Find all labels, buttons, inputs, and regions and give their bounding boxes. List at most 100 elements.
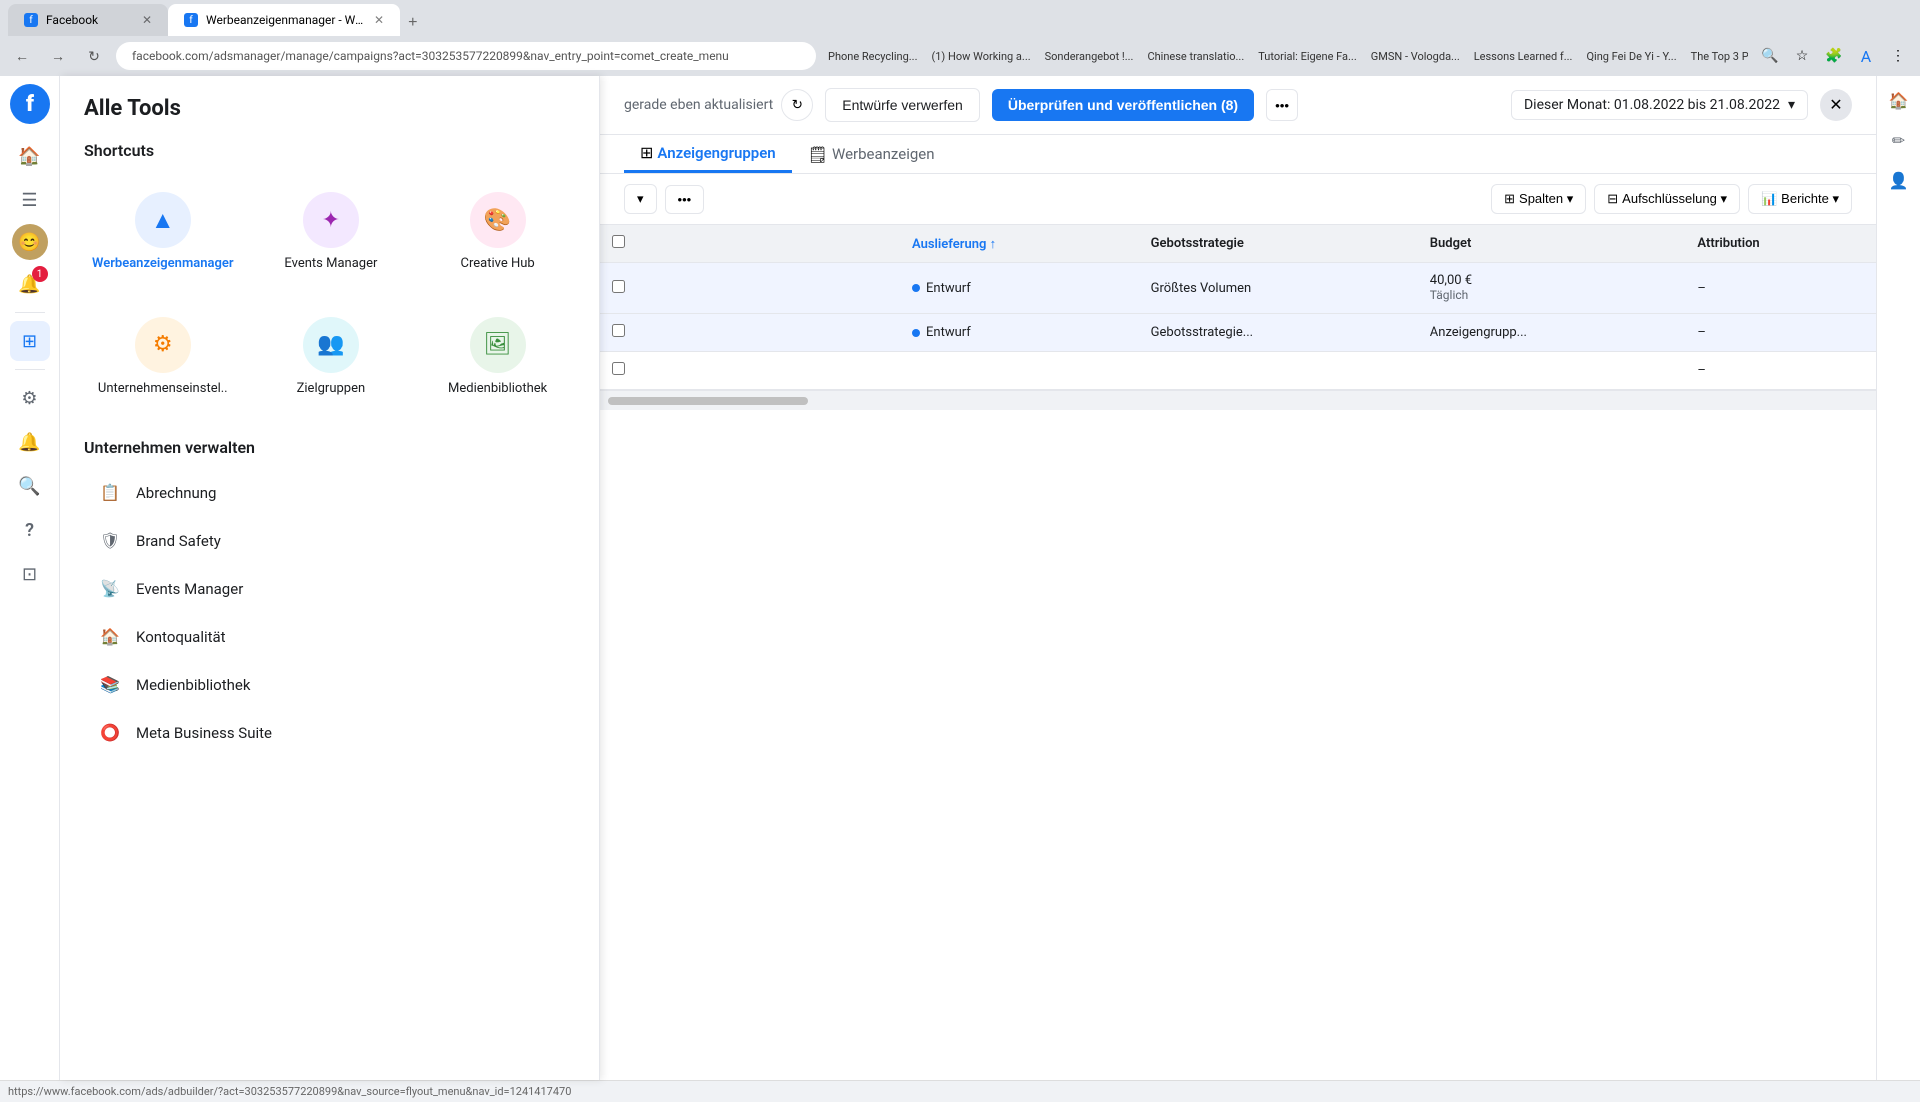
sidebar-icon-code[interactable]: ⊡ <box>10 554 50 594</box>
shortcut-creative-hub[interactable]: 🎨 Creative Hub <box>420 176 575 289</box>
address-bar[interactable]: facebook.com/adsmanager/manage/campaigns… <box>116 42 816 70</box>
bookmark-9[interactable]: The Top 3 Platfor... <box>1687 48 1748 65</box>
budget-header-text: Budget <box>1430 236 1472 251</box>
creative-hub-icon: 🎨 <box>470 192 526 248</box>
col-header-attribution[interactable]: Attribution <box>1685 225 1876 263</box>
table-row[interactable]: Entwurf Gebotsstrategie... Anzeigengrupp… <box>600 314 1876 352</box>
sidebar-icon-settings[interactable]: ⚙ <box>10 378 50 418</box>
extension-icon[interactable]: 🧩 <box>1820 42 1848 70</box>
bookmark-5[interactable]: Tutorial: Eigene Fa... <box>1254 48 1361 65</box>
facebook-logo[interactable]: f <box>10 84 50 124</box>
toolbar-status: gerade eben aktualisiert ↻ <box>624 89 813 121</box>
tab1-close[interactable]: ✕ <box>142 13 152 27</box>
row3-checkbox[interactable] <box>612 362 625 375</box>
sidebar-icon-grid[interactable]: ⊞ <box>10 321 50 361</box>
menu-item-kontoqualitat[interactable]: 🏠 Kontoqualität <box>84 613 575 661</box>
right-panel-edit-icon[interactable]: ✏ <box>1883 124 1915 156</box>
filter-dropdown[interactable]: ▾ <box>624 184 657 214</box>
werbeanzeigenmanager-icon: ▲ <box>135 192 191 248</box>
columns-label: Spalten ▾ <box>1519 191 1573 207</box>
medienbibliothek-menu-icon: 📚 <box>96 671 124 699</box>
tab2-close[interactable]: ✕ <box>374 13 384 27</box>
tab2-title: Werbeanzeigenmanager - We... <box>206 13 366 27</box>
back-button[interactable]: ← <box>8 42 36 70</box>
sidebar-divider-2 <box>15 369 45 370</box>
col-header-name[interactable] <box>600 225 900 263</box>
shortcut-unternehmenseinstellungen[interactable]: ⚙ Unternehmenseinstel.. <box>84 301 242 414</box>
sidebar-divider-1 <box>15 312 45 313</box>
unternehmenseinstellungen-icon: ⚙ <box>135 317 191 373</box>
shortcut-zielgruppen[interactable]: 👥 Zielgruppen <box>254 301 409 414</box>
more-options-button[interactable]: ••• <box>1266 89 1298 121</box>
facebook-favicon: f <box>24 13 38 27</box>
bookmarks-bar: Phone Recycling... (1) How Working a... … <box>824 48 1748 65</box>
table-row[interactable]: Entwurf Größtes Volumen 40,00 € Täglich … <box>600 263 1876 314</box>
publish-button[interactable]: Überprüfen und veröffentlichen (8) <box>992 89 1254 121</box>
sidebar-icon-menu[interactable]: ☰ <box>10 180 50 220</box>
new-tab-button[interactable]: + <box>400 10 425 36</box>
refresh-button[interactable]: ↻ <box>781 89 813 121</box>
row3-gebotsstrategie <box>1139 352 1418 390</box>
shortcut-events-manager[interactable]: ✦ Events Manager <box>254 176 409 289</box>
table-row[interactable]: – <box>600 352 1876 390</box>
more-filters-button[interactable]: ••• <box>665 185 705 214</box>
columns-button[interactable]: ⊞ Spalten ▾ <box>1491 184 1586 214</box>
menu-item-medienbibliothek[interactable]: 📚 Medienbibliothek <box>84 661 575 709</box>
reports-button[interactable]: 📊 Berichte ▾ <box>1748 184 1852 214</box>
select-all-checkbox[interactable] <box>612 235 625 248</box>
shortcut-werbeanzeigenmanager[interactable]: ▲ Werbeanzeigenmanager <box>84 176 242 289</box>
tab-anzeigengruppen[interactable]: ⊞ Anzeigengruppen <box>624 135 792 173</box>
forward-button[interactable]: → <box>44 42 72 70</box>
star-icon[interactable]: ☆ <box>1788 42 1816 70</box>
browser-addressbar: ← → ↻ facebook.com/adsmanager/manage/cam… <box>0 36 1920 76</box>
date-range-picker[interactable]: Dieser Monat: 01.08.2022 bis 21.08.2022 … <box>1511 90 1808 120</box>
sidebar-icon-notifications[interactable]: 🔔 1 <box>10 264 50 304</box>
browser-tab-2[interactable]: f Werbeanzeigenmanager - We... ✕ <box>168 4 400 36</box>
profile-icon[interactable]: A <box>1852 42 1880 70</box>
reload-button[interactable]: ↻ <box>80 42 108 70</box>
shortcut-medienbibliothek[interactable]: 🖼 Medienbibliothek <box>420 301 575 414</box>
table-container: Auslieferung ↑ Gebotsstrategie Budget At… <box>600 225 1876 1080</box>
row1-checkbox[interactable] <box>612 280 625 293</box>
right-panel-home-icon[interactable]: 🏠 <box>1883 84 1915 116</box>
sidebar-icon-search[interactable]: 🔍 <box>10 466 50 506</box>
row2-status: Entwurf <box>912 325 1127 340</box>
bookmark-4[interactable]: Chinese translatio... <box>1143 48 1248 65</box>
events-manager-menu-label: Events Manager <box>136 580 243 598</box>
bookmark-7[interactable]: Lessons Learned f... <box>1470 48 1577 65</box>
bookmark-1[interactable]: Phone Recycling... <box>824 48 921 65</box>
row1-name <box>600 263 900 314</box>
bookmark-8[interactable]: Qing Fei De Yi - Y... <box>1582 48 1680 65</box>
columns-icon: ⊞ <box>1504 191 1515 207</box>
discard-button[interactable]: Entwürfe verwerfen <box>825 88 980 122</box>
close-button[interactable]: ✕ <box>1820 89 1852 121</box>
sidebar-icon-bell[interactable]: 🔔 <box>10 422 50 462</box>
browser-menu-icon[interactable]: ⋮ <box>1884 42 1912 70</box>
tab-werbeanzeigen[interactable]: 🗒 Werbeanzeigen <box>792 137 951 172</box>
bookmark-2[interactable]: (1) How Working a... <box>927 48 1034 65</box>
menu-item-abrechnung[interactable]: 📋 Abrechnung <box>84 469 575 517</box>
status-text: gerade eben aktualisiert <box>624 97 773 113</box>
sidebar-avatar[interactable]: 😊 <box>12 224 48 260</box>
sidebar-icon-help[interactable]: ? <box>10 510 50 550</box>
col-header-gebotsstrategie[interactable]: Gebotsstrategie <box>1139 225 1418 263</box>
zoom-icon[interactable]: 🔍 <box>1756 42 1784 70</box>
breakdown-button[interactable]: ⊟ Aufschlüsselung ▾ <box>1594 184 1740 214</box>
breakdown-label: Aufschlüsselung ▾ <box>1622 191 1727 207</box>
horizontal-scrollbar[interactable] <box>600 390 1876 410</box>
row2-checkbox[interactable] <box>612 324 625 337</box>
more-filters-icon: ••• <box>678 192 692 207</box>
bookmark-6[interactable]: GMSN - Vologda... <box>1367 48 1464 65</box>
sidebar-icon-home[interactable]: 🏠 <box>10 136 50 176</box>
col-header-budget[interactable]: Budget <box>1418 225 1686 263</box>
right-panel-person-icon[interactable]: 👤 <box>1883 164 1915 196</box>
menu-item-meta-business-suite[interactable]: ⭕ Meta Business Suite <box>84 709 575 757</box>
menu-item-brand-safety[interactable]: 🛡 Brand Safety <box>84 517 575 565</box>
scrollbar-thumb[interactable] <box>608 397 808 405</box>
row3-attribution: – <box>1685 352 1876 390</box>
bookmark-3[interactable]: Sonderangebot !... <box>1041 48 1138 65</box>
menu-item-events-manager[interactable]: 📡 Events Manager <box>84 565 575 613</box>
col-header-auslieferung[interactable]: Auslieferung ↑ <box>900 225 1139 263</box>
browser-tab-1[interactable]: f Facebook ✕ <box>8 4 168 36</box>
top-toolbar: gerade eben aktualisiert ↻ Entwürfe verw… <box>600 76 1876 135</box>
